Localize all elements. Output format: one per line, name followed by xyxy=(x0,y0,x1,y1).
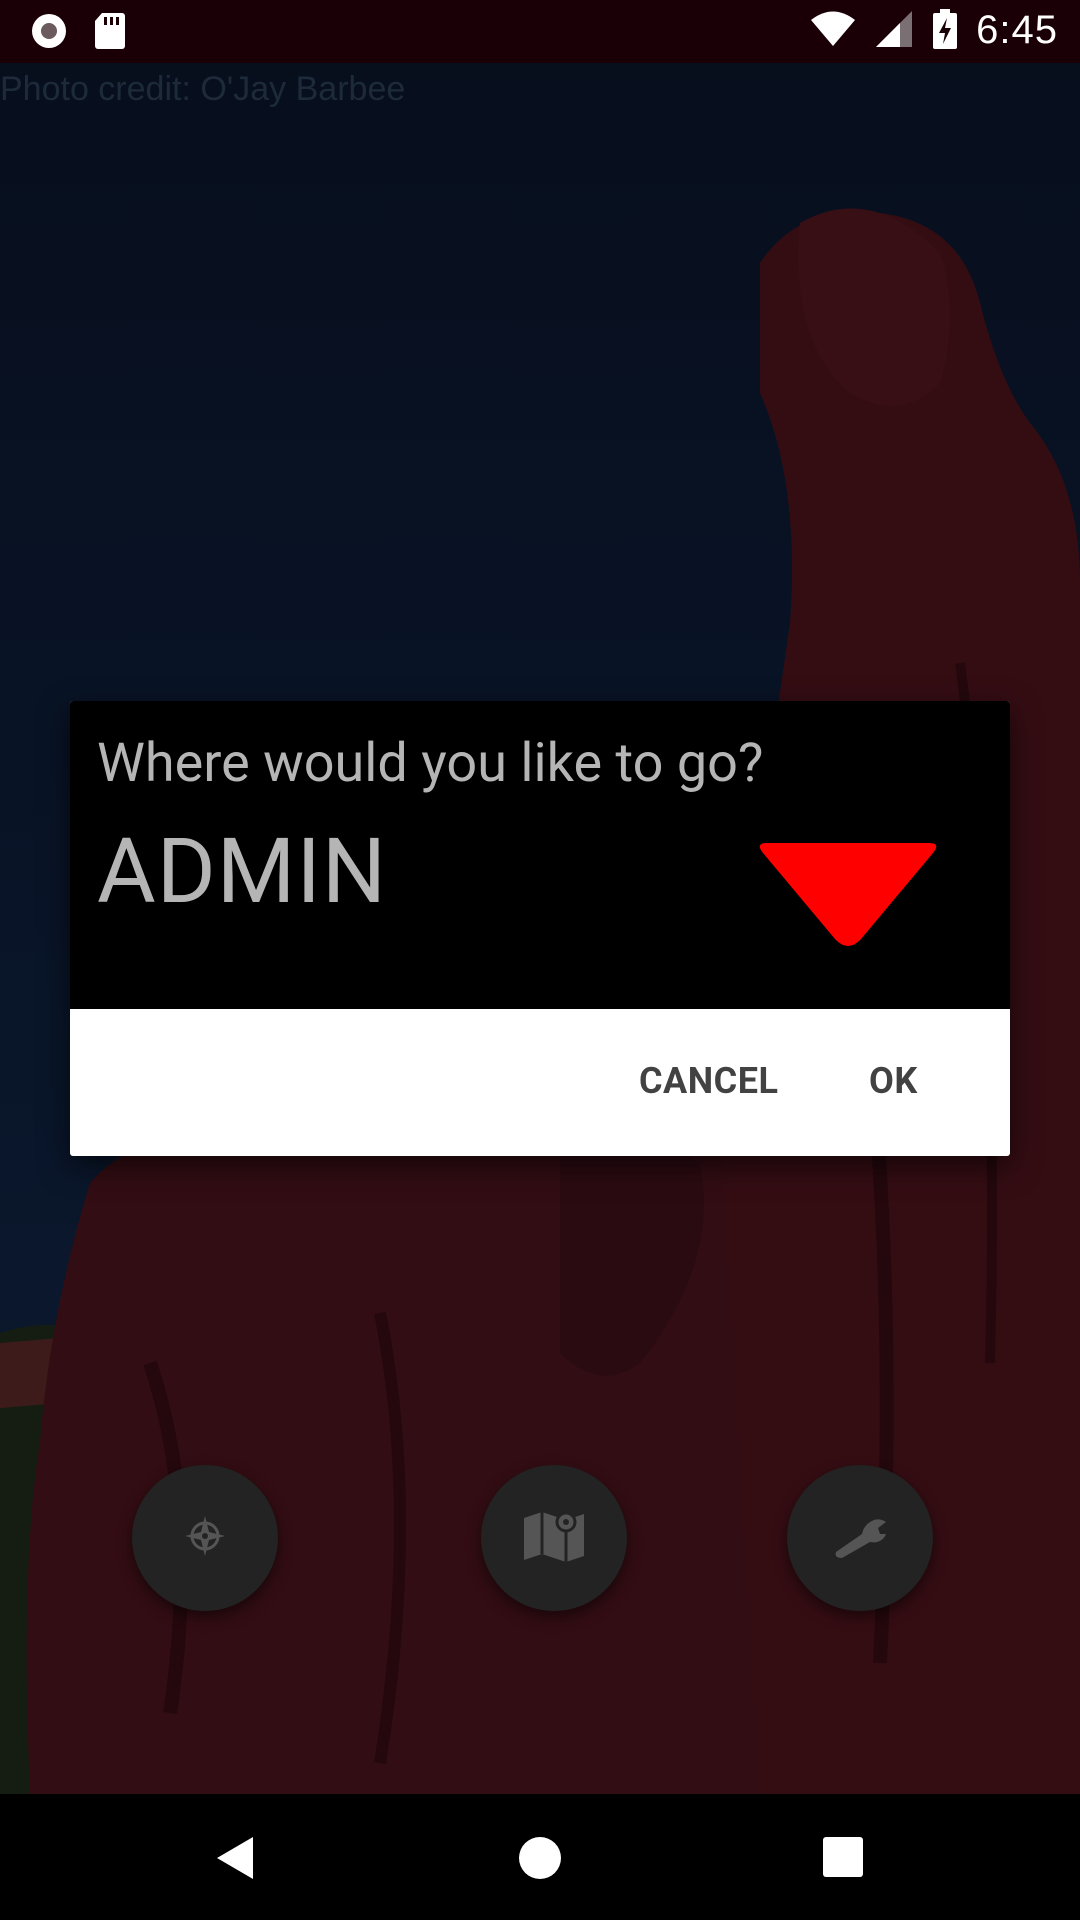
compass-button[interactable] xyxy=(132,1465,278,1611)
wrench-icon xyxy=(832,1514,888,1562)
battery-charging-icon xyxy=(932,8,958,53)
record-icon xyxy=(30,12,68,54)
recents-icon[interactable] xyxy=(823,1837,863,1881)
destination-selected-value[interactable]: ADMIN xyxy=(97,819,387,924)
photo-credit: Photo credit: O'Jay Barbee xyxy=(0,70,406,108)
wifi-icon xyxy=(810,11,856,51)
home-icon[interactable] xyxy=(518,1836,562,1884)
destination-dialog: Where would you like to go? ADMIN CANCEL… xyxy=(70,701,1010,1156)
dialog-question: Where would you like to go? xyxy=(97,732,764,795)
status-bar: 6:45 xyxy=(0,0,1080,63)
destination-dropdown[interactable] xyxy=(753,835,943,957)
dropdown-arrow-icon xyxy=(753,843,943,957)
cancel-button[interactable]: CANCEL xyxy=(639,1060,778,1102)
status-time: 6:45 xyxy=(976,8,1058,52)
dialog-header: Where would you like to go? ADMIN xyxy=(70,701,1010,1009)
navigation-bar xyxy=(0,1794,1080,1920)
back-icon[interactable] xyxy=(215,1835,255,1885)
map-button[interactable] xyxy=(481,1465,627,1611)
signal-icon xyxy=(874,10,914,52)
map-icon xyxy=(522,1508,586,1568)
sd-card-icon xyxy=(94,12,126,54)
ok-button[interactable]: OK xyxy=(869,1060,918,1102)
settings-button[interactable] xyxy=(787,1465,933,1611)
compass-icon xyxy=(183,1514,227,1562)
